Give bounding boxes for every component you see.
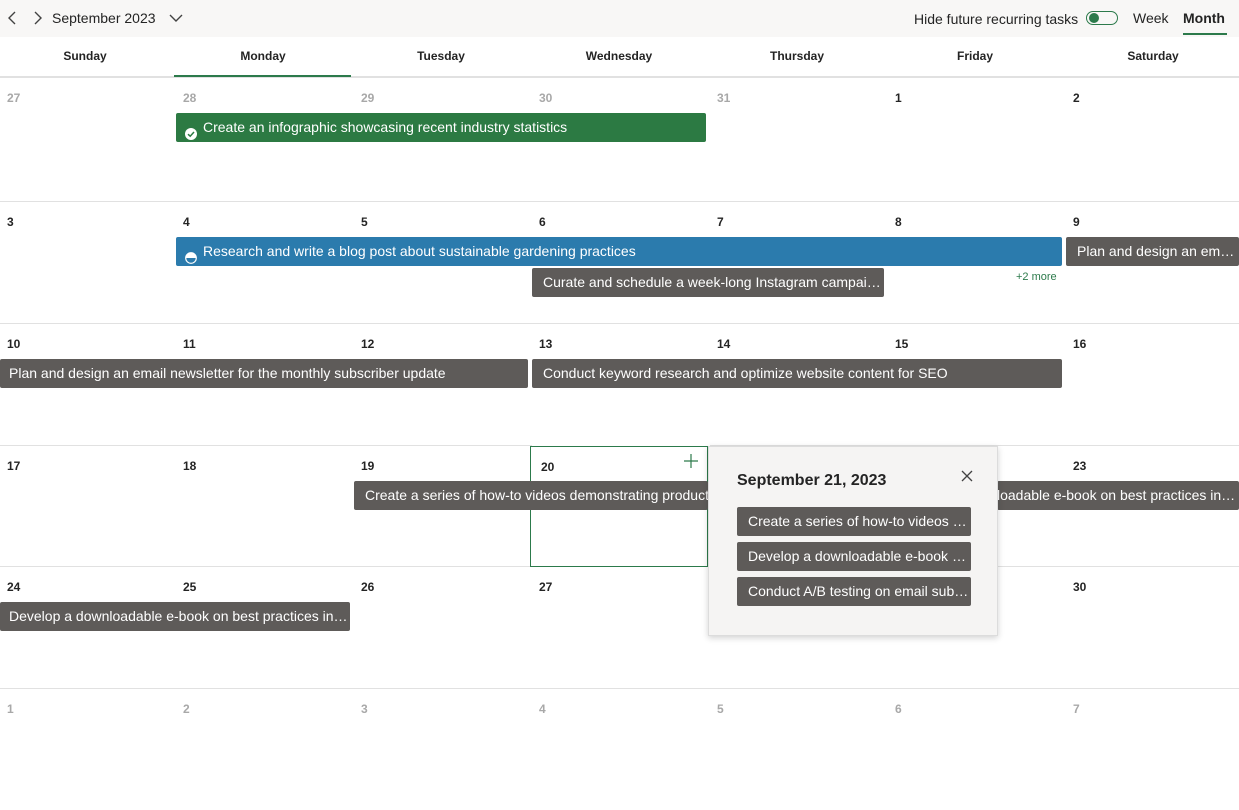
task-title: Create an infographic showcasing recent … — [203, 119, 568, 135]
day-cell[interactable]: 27 — [0, 77, 178, 199]
day-number: 3 — [361, 702, 368, 716]
day-cell[interactable]: 2 — [176, 688, 354, 810]
day-number: 18 — [183, 459, 197, 473]
day-number: 17 — [7, 459, 21, 473]
weekday-saturday: Saturday — [1127, 49, 1179, 63]
day-cell[interactable]: 31 — [710, 77, 888, 199]
task-bar-ebook-continued[interactable]: loadable e-book on best practices in ind… — [997, 481, 1239, 510]
day-tasks-popup: September 21, 2023 Create a series of ho… — [708, 446, 998, 636]
add-task-plus-icon[interactable] — [683, 453, 699, 469]
day-number: 6 — [539, 215, 546, 229]
day-number: 10 — [7, 337, 21, 351]
day-cell[interactable]: 30 — [1066, 566, 1239, 688]
weekday-sunday: Sunday — [63, 49, 107, 63]
day-cell[interactable]: 4 — [532, 688, 710, 810]
tab-week[interactable]: Week — [1133, 10, 1169, 26]
day-number: 13 — [539, 337, 553, 351]
more-tasks-link[interactable]: +2 more — [1016, 271, 1057, 283]
task-bar-blog-post[interactable]: Research and write a blog post about sus… — [176, 237, 1062, 266]
day-number: 4 — [183, 215, 190, 229]
day-cell[interactable]: 27 — [532, 566, 710, 688]
task-bar-howto-videos[interactable]: Create a series of how-to videos demonst… — [354, 481, 708, 510]
day-number: 4 — [539, 702, 546, 716]
day-number: 1 — [7, 702, 14, 716]
day-cell[interactable]: 2 — [1066, 77, 1239, 199]
tab-month[interactable]: Month — [1183, 10, 1225, 26]
weekday-friday: Friday — [956, 49, 993, 63]
day-number: 19 — [361, 459, 375, 473]
popup-task-item[interactable]: Develop a downloadable e-book on best pr… — [737, 542, 971, 571]
previous-month-chevron-icon[interactable] — [4, 9, 20, 27]
hide-recurring-label: Hide future recurring tasks — [914, 11, 1079, 27]
month-dropdown-chevron-down-icon[interactable] — [168, 10, 184, 26]
day-number: 26 — [361, 580, 375, 594]
day-number: 2 — [1073, 91, 1080, 105]
day-number: 27 — [7, 91, 21, 105]
day-number: 24 — [7, 580, 21, 594]
task-bar-keyword-research[interactable]: Conduct keyword research and optimize we… — [532, 359, 1062, 388]
day-number: 15 — [895, 337, 909, 351]
day-number: 7 — [717, 215, 724, 229]
active-tab-indicator — [1183, 33, 1227, 35]
day-number: 25 — [183, 580, 197, 594]
day-number: 2 — [183, 702, 190, 716]
day-cell[interactable]: 3 — [0, 201, 178, 323]
day-cell[interactable]: 6 — [888, 688, 1066, 810]
day-number: 31 — [717, 91, 731, 105]
popup-task-item[interactable]: Conduct A/B testing on email subject lin… — [737, 577, 971, 606]
day-number: 27 — [539, 580, 553, 594]
task-bar-infographic[interactable]: Create an infographic showcasing recent … — [176, 113, 706, 142]
day-cell[interactable]: 1 — [0, 688, 178, 810]
day-cell[interactable]: 7 — [1066, 688, 1239, 810]
hide-recurring-toggle[interactable] — [1086, 11, 1118, 25]
day-number: 30 — [1073, 580, 1087, 594]
popup-date-title: September 21, 2023 — [737, 472, 887, 489]
day-number: 14 — [717, 337, 731, 351]
day-number: 29 — [361, 91, 375, 105]
day-number: 1 — [895, 91, 902, 105]
day-cell[interactable]: 5 — [710, 688, 888, 810]
weekday-wednesday: Wednesday — [585, 49, 653, 63]
weekday-tuesday: Tuesday — [417, 49, 465, 63]
day-cell[interactable]: 3 — [354, 688, 532, 810]
task-bar-email-design[interactable]: Plan and design an email newsletter for … — [1066, 237, 1239, 266]
task-bar-ebook[interactable]: Develop a downloadable e-book on best pr… — [0, 602, 350, 631]
task-bar-instagram[interactable]: Curate and schedule a week-long Instagra… — [532, 268, 884, 297]
weekday-monday: Monday — [240, 49, 286, 63]
day-number: 11 — [183, 337, 196, 351]
day-number: 7 — [1073, 702, 1080, 716]
task-bar-email-newsletter[interactable]: Plan and design an email newsletter for … — [0, 359, 528, 388]
day-number: 30 — [539, 91, 553, 105]
day-number: 12 — [361, 337, 375, 351]
day-number: 28 — [183, 91, 197, 105]
day-cell[interactable]: 18 — [176, 445, 354, 567]
day-cell[interactable]: 1 — [888, 77, 1066, 199]
calendar-toolbar: September 2023 Hide future recurring tas… — [0, 0, 1239, 37]
weekday-thursday: Thursday — [769, 49, 824, 63]
day-number: 5 — [717, 702, 724, 716]
next-month-chevron-icon[interactable] — [30, 9, 46, 27]
close-icon[interactable] — [960, 469, 974, 483]
day-number: 16 — [1073, 337, 1087, 351]
popup-task-item[interactable]: Create a series of how-to videos demonst… — [737, 507, 971, 536]
day-cell[interactable]: 16 — [1066, 323, 1239, 445]
day-cell[interactable]: 26 — [354, 566, 532, 688]
toggle-knob — [1089, 13, 1099, 23]
day-cell[interactable]: 17 — [0, 445, 178, 567]
task-title: Research and write a blog post about sus… — [203, 243, 636, 259]
day-number: 3 — [7, 215, 14, 229]
half-progress-icon — [185, 245, 197, 264]
day-number: 20 — [541, 460, 555, 474]
day-number: 6 — [895, 702, 902, 716]
day-number: 23 — [1073, 459, 1087, 473]
day-number: 8 — [895, 215, 902, 229]
month-title[interactable]: September 2023 — [52, 10, 156, 26]
day-number: 5 — [361, 215, 368, 229]
day-number: 9 — [1073, 215, 1080, 229]
completed-check-icon — [185, 121, 197, 140]
